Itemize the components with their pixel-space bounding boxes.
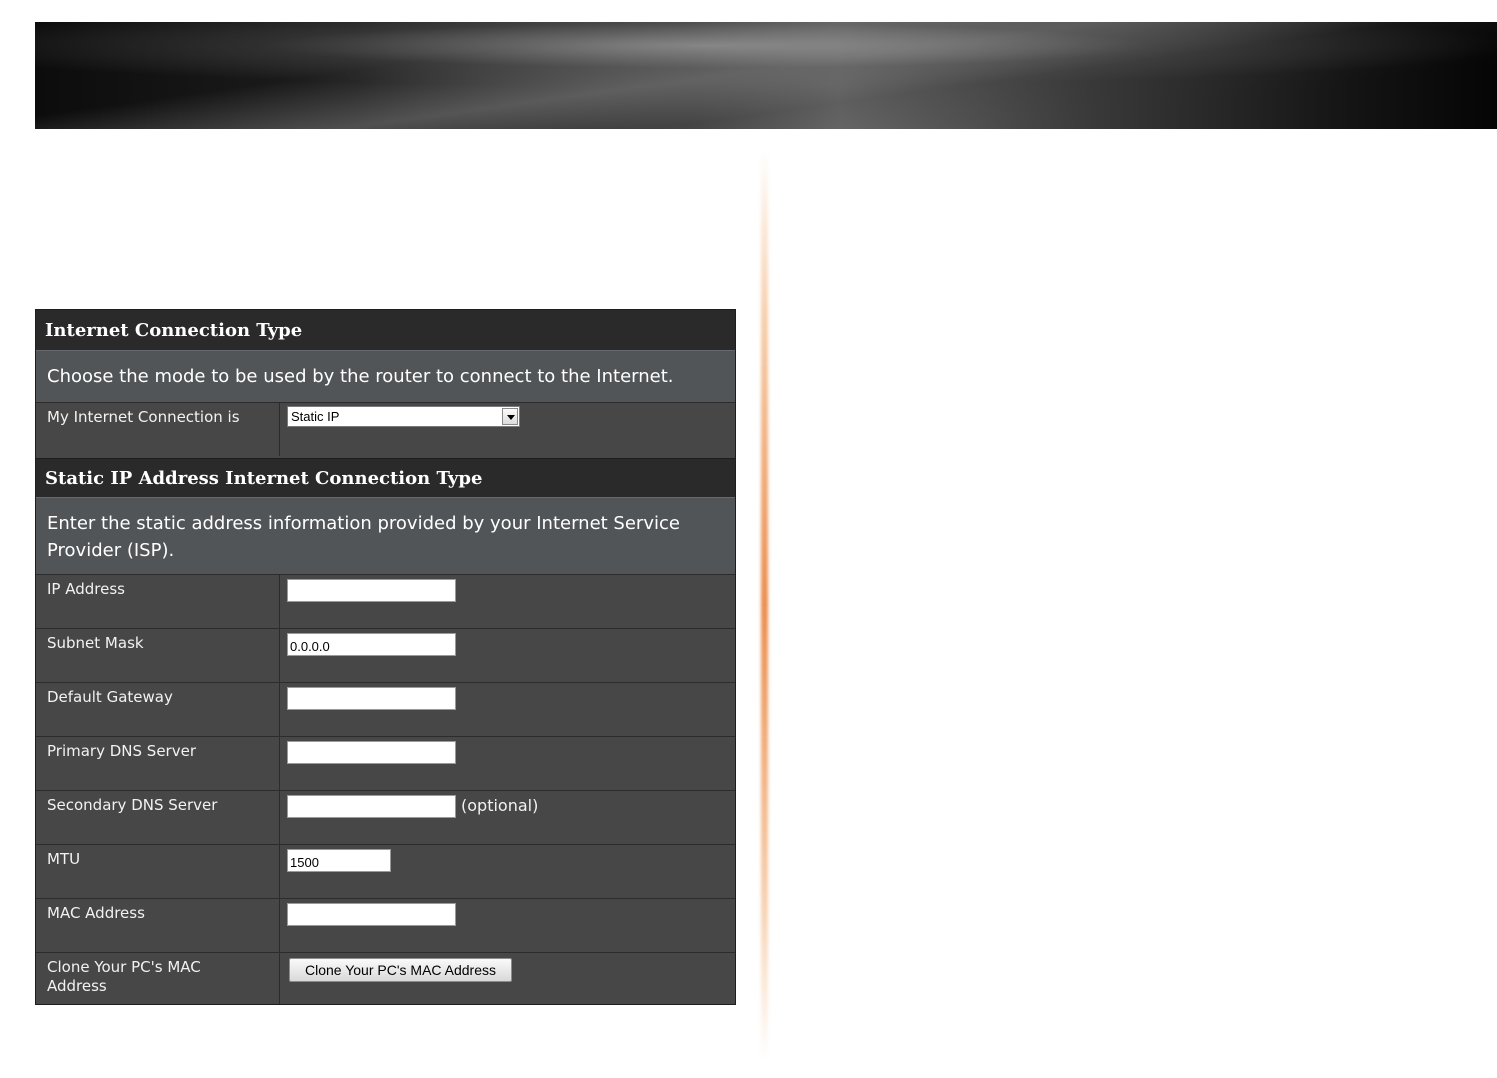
secondary-dns-cell: (optional) (279, 791, 735, 844)
mac-address-cell (279, 899, 735, 952)
clone-mac-row: Clone Your PC's MAC Address Clone Your P… (36, 952, 735, 1004)
connection-type-description: Choose the mode to be used by the router… (36, 350, 735, 402)
header-banner (35, 22, 1497, 129)
column-divider (761, 150, 768, 1060)
static-ip-title: Static IP Address Internet Connection Ty… (45, 467, 483, 489)
secondary-dns-optional-note: (optional) (461, 796, 539, 815)
clone-mac-label: Clone Your PC's MAC Address (47, 958, 201, 995)
mtu-cell (279, 845, 735, 898)
settings-panel: Internet Connection Type Choose the mode… (35, 309, 736, 1005)
connection-mode-cell: Static IP (279, 403, 735, 456)
static-ip-heading: Static IP Address Internet Connection Ty… (36, 458, 735, 497)
default-gateway-input[interactable] (287, 687, 456, 710)
mac-address-input[interactable] (287, 903, 456, 926)
primary-dns-label: Primary DNS Server (47, 742, 196, 760)
connection-mode-label: My Internet Connection is (47, 408, 240, 426)
mtu-label: MTU (47, 850, 81, 868)
connection-type-heading: Internet Connection Type (36, 310, 735, 350)
ip-address-input[interactable] (287, 579, 456, 602)
connection-type-description-text: Choose the mode to be used by the router… (47, 366, 674, 387)
connection-mode-row: My Internet Connection is Static IP (36, 402, 735, 456)
mtu-row: MTU (36, 844, 735, 898)
connection-mode-select[interactable]: Static IP (287, 406, 520, 427)
mac-address-row: MAC Address (36, 898, 735, 952)
primary-dns-input[interactable] (287, 741, 456, 764)
static-ip-description: Enter the static address information pro… (36, 497, 735, 574)
mtu-input[interactable] (287, 849, 391, 872)
subnet-mask-label: Subnet Mask (47, 634, 144, 652)
mac-address-label: MAC Address (47, 904, 145, 922)
primary-dns-row: Primary DNS Server (36, 736, 735, 790)
subnet-mask-input[interactable] (287, 633, 456, 656)
secondary-dns-label: Secondary DNS Server (47, 796, 218, 814)
default-gateway-row: Default Gateway (36, 682, 735, 736)
connection-mode-selected-value: Static IP (291, 409, 340, 424)
chevron-down-icon[interactable] (502, 408, 518, 425)
primary-dns-cell (279, 737, 735, 790)
clone-mac-cell: Clone Your PC's MAC Address (279, 953, 735, 1004)
ip-address-label: IP Address (47, 580, 125, 598)
clone-mac-button[interactable]: Clone Your PC's MAC Address (289, 958, 512, 982)
ip-address-cell (279, 575, 735, 628)
secondary-dns-row: Secondary DNS Server (optional) (36, 790, 735, 844)
static-ip-description-text: Enter the static address information pro… (47, 513, 680, 561)
subnet-mask-cell (279, 629, 735, 682)
subnet-mask-row: Subnet Mask (36, 628, 735, 682)
ip-address-row: IP Address (36, 574, 735, 628)
default-gateway-label: Default Gateway (47, 688, 173, 706)
default-gateway-cell (279, 683, 735, 736)
secondary-dns-input[interactable] (287, 795, 456, 818)
connection-type-title: Internet Connection Type (45, 319, 303, 341)
